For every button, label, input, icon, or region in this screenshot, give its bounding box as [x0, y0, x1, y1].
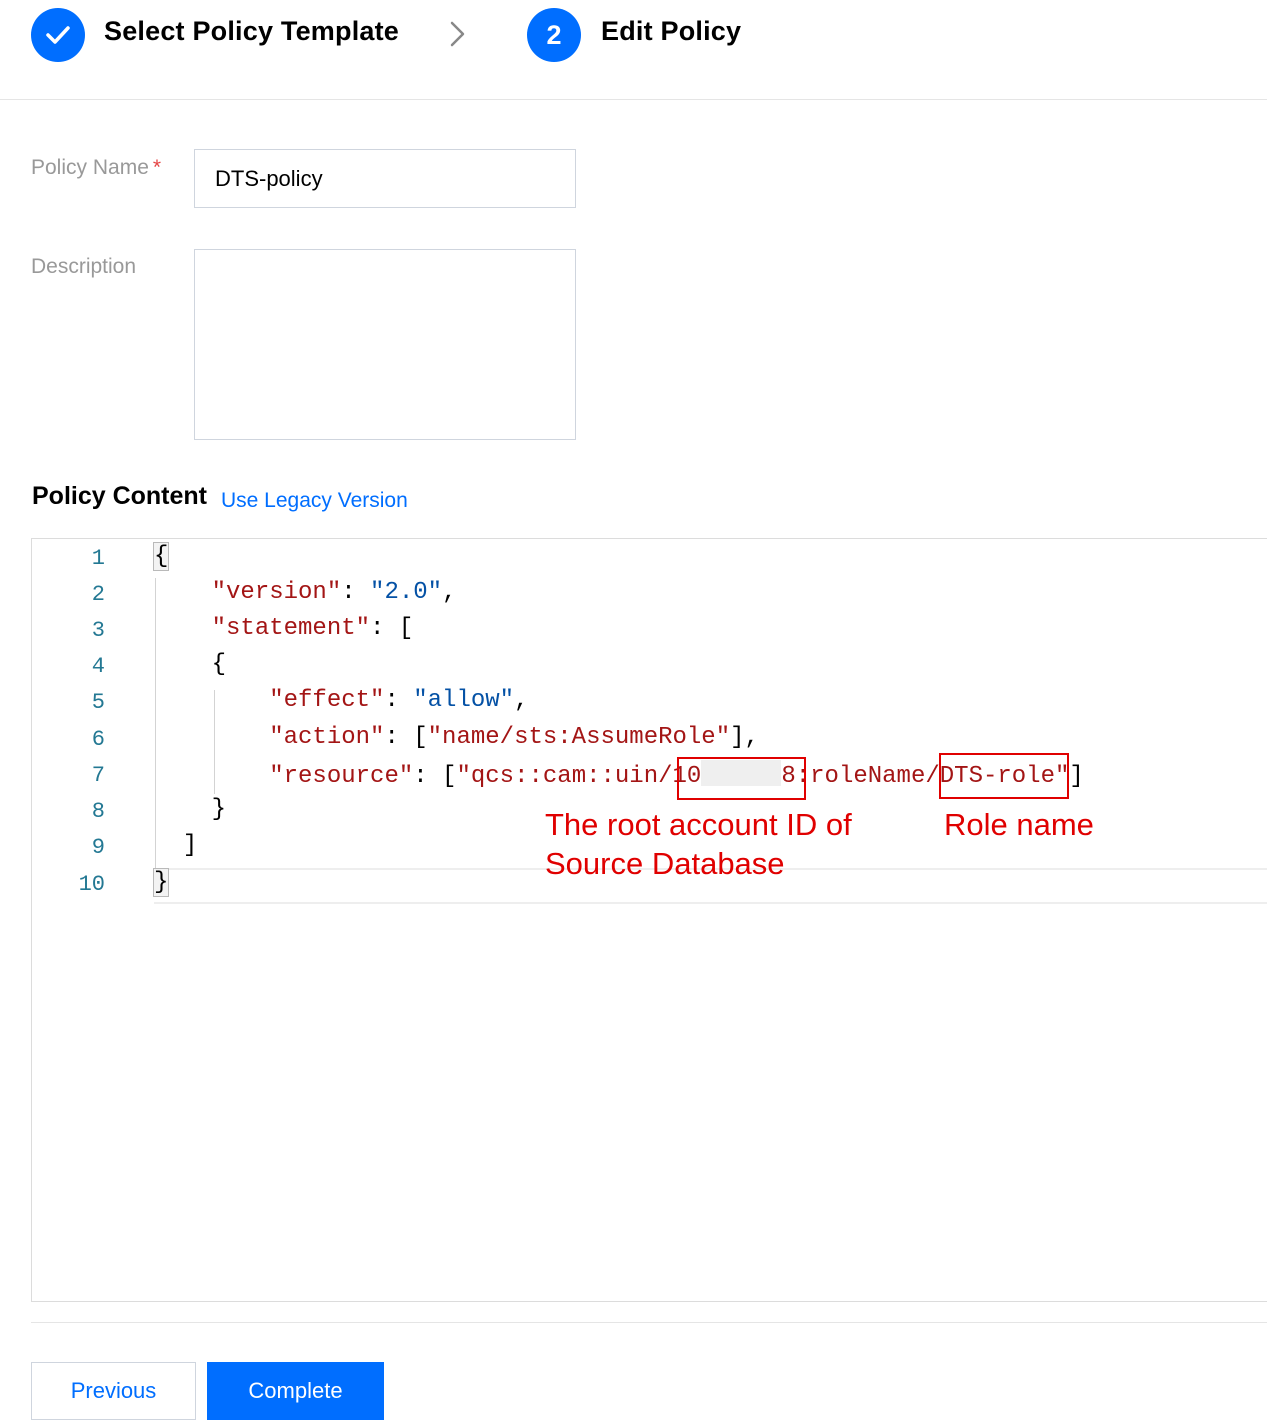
- policy-name-input[interactable]: DTS-policy: [194, 149, 576, 208]
- chevron-right-icon: [450, 21, 465, 47]
- step-1-label: Select Policy Template: [104, 16, 400, 46]
- previous-button[interactable]: Previous: [31, 1362, 196, 1420]
- step-2-number-badge: 2: [527, 8, 581, 62]
- code-line: }: [152, 868, 170, 897]
- role-name-annotation: Role name: [944, 807, 1094, 842]
- code-line: "version": "2.0",: [211, 579, 457, 606]
- policy-name-label: Policy Name *: [31, 156, 162, 179]
- line-number: 4: [91, 654, 105, 679]
- step-indicator: Select Policy Template 2 Edit Policy: [0, 0, 1267, 100]
- code-line: "action": ["name/sts:AssumeRole"],: [269, 724, 759, 751]
- code-line: {: [211, 651, 227, 678]
- step-1-completed-badge: [31, 8, 85, 62]
- line-number: 8: [91, 799, 105, 824]
- code-line: "effect": "allow",: [269, 687, 529, 714]
- description-label: Description: [31, 255, 137, 278]
- use-legacy-version-link[interactable]: Use Legacy Version: [221, 489, 408, 513]
- code-line: {: [152, 542, 170, 571]
- role-name-highlight-box: [939, 753, 1069, 799]
- line-number: 5: [91, 690, 105, 715]
- code-line: "statement": [: [211, 615, 414, 642]
- code-line: }: [211, 796, 227, 823]
- line-number: 9: [91, 835, 105, 860]
- line-number: 1: [91, 546, 105, 571]
- complete-button[interactable]: Complete: [207, 1362, 384, 1420]
- checkmark-icon: [46, 26, 70, 44]
- line-number: 10: [78, 872, 105, 897]
- footer-divider: [31, 1322, 1267, 1323]
- line-number: 2: [91, 582, 105, 607]
- description-textarea[interactable]: [194, 249, 576, 440]
- line-number: 6: [91, 727, 105, 752]
- line-number: 7: [91, 763, 105, 788]
- step-2-label: Edit Policy: [601, 16, 742, 46]
- required-marker: *: [152, 156, 162, 179]
- line-number: 3: [91, 618, 105, 643]
- code-line: ]: [182, 832, 198, 859]
- policy-content-title: Policy Content: [32, 482, 208, 510]
- root-account-annotation: The root account ID of Source Database: [545, 807, 852, 881]
- root-account-id-highlight-box: [677, 757, 806, 800]
